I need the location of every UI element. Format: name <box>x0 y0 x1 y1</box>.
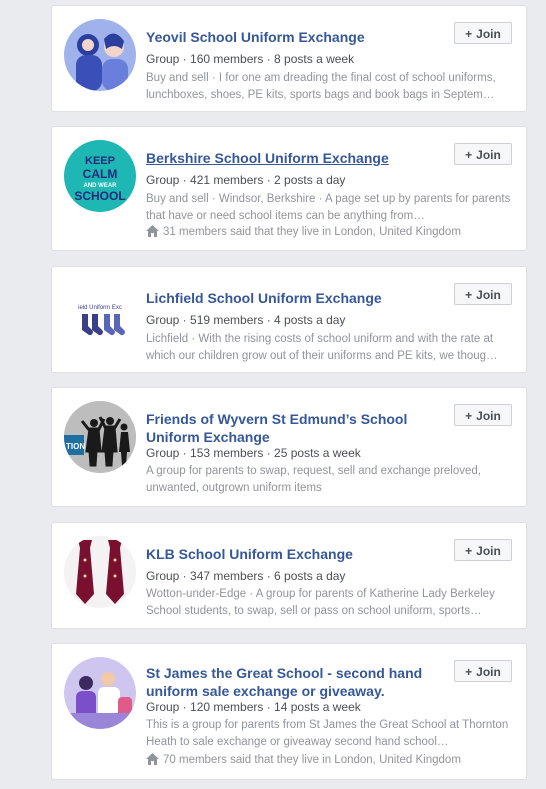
join-button[interactable]: + Join <box>454 660 512 682</box>
group-meta: Group · 160 members · 8 posts a week <box>146 52 355 66</box>
group-meta: Group · 519 members · 4 posts a day <box>146 313 346 327</box>
location-note: 70 members said that they live in London… <box>146 753 461 766</box>
people-illustration-icon <box>64 19 136 91</box>
silhouettes-icon: TION <box>64 401 136 473</box>
join-button[interactable]: + Join <box>454 143 512 165</box>
svg-text:TION: TION <box>66 442 85 451</box>
plus-icon: + <box>465 288 473 302</box>
group-meta: Group · 120 members · 14 posts a week <box>146 700 361 714</box>
ties-icon <box>64 536 136 608</box>
group-avatar-berkshire[interactable]: KEEP CALM AND WEAR SCHOOL <box>64 140 136 212</box>
group-title[interactable]: Friends of Wyvern St Edmund’s School Uni… <box>146 410 436 446</box>
socks-logo-icon: ield Uniform Exc <box>78 305 125 336</box>
plus-icon: + <box>465 665 473 679</box>
group-card-st-james: St James the Great School - second hand … <box>51 643 527 780</box>
join-button[interactable]: + Join <box>454 283 512 305</box>
svg-text:KEEP: KEEP <box>85 155 115 167</box>
group-avatar-yeovil[interactable] <box>64 19 136 91</box>
join-button[interactable]: + Join <box>454 22 512 44</box>
group-description: A group for parents to swap, request, se… <box>146 465 481 494</box>
home-icon <box>146 225 159 237</box>
group-avatar-st-james[interactable] <box>64 657 136 729</box>
group-meta: Group · 347 members · 6 posts a day <box>146 569 346 583</box>
group-title[interactable]: Lichfield School Uniform Exchange <box>146 289 446 307</box>
svg-text:SCHOOL: SCHOOL <box>74 189 125 203</box>
group-title[interactable]: Yeovil School Uniform Exchange <box>146 28 446 46</box>
join-button[interactable]: + Join <box>454 404 512 426</box>
group-title[interactable]: KLB School Uniform Exchange <box>146 545 446 563</box>
plus-icon: + <box>465 409 473 423</box>
group-title[interactable]: St James the Great School - second hand … <box>146 664 442 700</box>
join-button[interactable]: + Join <box>454 539 512 561</box>
group-meta: Group · 421 members · 2 posts a day <box>146 173 346 187</box>
group-description: Lichfield · With the rising costs of sch… <box>146 333 498 362</box>
group-card-klb: KLB School Uniform Exchange Group · 347 … <box>51 522 527 629</box>
plus-icon: + <box>465 148 473 162</box>
group-card-wyvern: TION Friends of Wyvern St Edmund’s Schoo… <box>51 387 527 507</box>
location-note: 31 members said that they live in London… <box>146 225 461 238</box>
group-title[interactable]: Berkshire School Uniform Exchange <box>146 149 446 167</box>
group-avatar-lichfield[interactable]: ield Uniform Exc <box>64 280 136 352</box>
group-description: This is a group for parents from St Jame… <box>146 719 509 748</box>
group-card-berkshire: KEEP CALM AND WEAR SCHOOL Berkshire Scho… <box>51 126 527 251</box>
group-avatar-klb[interactable] <box>64 536 136 608</box>
svg-text:ield Uniform Exc: ield Uniform Exc <box>78 305 122 311</box>
group-description: Buy and sell · I for one am dreading the… <box>146 72 496 101</box>
group-description: Buy and sell · Windsor, Berkshire · A pa… <box>146 193 511 222</box>
keep-calm-logo-icon: KEEP CALM AND WEAR SCHOOL <box>74 155 125 203</box>
group-avatar-wyvern[interactable]: TION <box>64 401 136 473</box>
people-illustration-icon <box>64 657 136 729</box>
group-meta: Group · 153 members · 25 posts a week <box>146 446 361 460</box>
plus-icon: + <box>465 544 473 558</box>
svg-text:CALM: CALM <box>83 167 118 181</box>
home-icon <box>146 753 159 765</box>
group-card-yeovil: Yeovil School Uniform Exchange Group · 1… <box>51 5 527 112</box>
group-card-lichfield: ield Uniform Exc Lichfield School Unifor… <box>51 266 527 373</box>
plus-icon: + <box>465 27 473 41</box>
group-description: Wotton-under-Edge · A group for parents … <box>146 588 495 617</box>
